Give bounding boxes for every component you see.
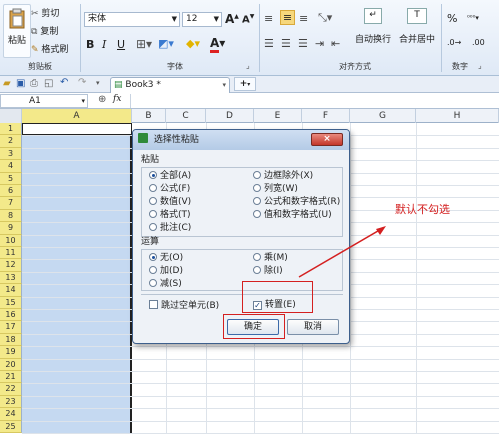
annotation-arrow xyxy=(298,226,386,278)
annotation-label: 默认不勾选 xyxy=(395,203,450,216)
